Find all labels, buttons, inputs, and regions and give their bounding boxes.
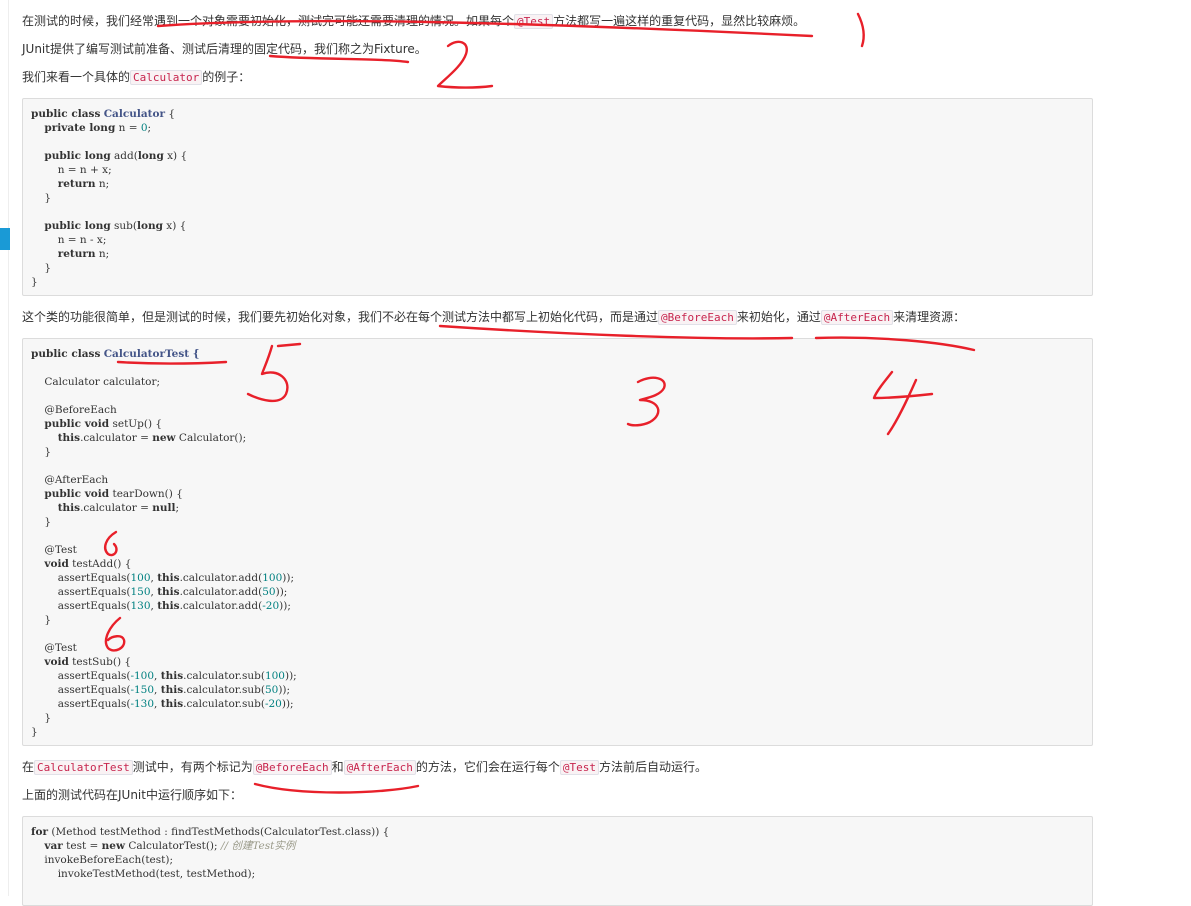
inline-code-calculator: Calculator <box>130 70 203 85</box>
digit-2 <box>436 40 494 89</box>
digit-1 <box>856 12 865 48</box>
inline-code-beforeeach-2: @BeforeEach <box>252 760 332 775</box>
paragraph-fixture: JUnit提供了编写测试前准备、测试后清理的固定代码，我们称之为Fixture。 <box>22 42 427 56</box>
annotation-label-1: 1 <box>858 29 859 31</box>
underline-3 <box>438 324 794 340</box>
inline-code-calculatortest: CalculatorTest <box>34 760 133 775</box>
inline-code-test: @Test <box>514 14 554 29</box>
page-left-rule <box>8 0 9 896</box>
paragraph-intro: 在测试的时候，我们经常遇到一个对象需要初始化，测试完可能还需要清理的情况。如果每… <box>22 14 806 29</box>
paragraph-before-after: 这个类的功能很简单，但是测试的时候，我们要先初始化对象，我们不必在每个测试方法中… <box>22 310 966 325</box>
inline-code-test-2: @Test <box>559 760 599 775</box>
paragraph-run-explain: 在 CalculatorTest 测试中，有两个标记为 @BeforeEach 和 @Af… <box>22 760 708 775</box>
code-block-calculator-test[interactable]: public class CalculatorTest { Calculator… <box>22 338 1093 746</box>
code-block-calculator[interactable]: public class Calculator { private long n… <box>22 98 1093 296</box>
annotation-label-2: 2 <box>460 69 461 71</box>
code-block-run-order[interactable]: for (Method testMethod : findTestMethods… <box>22 816 1093 906</box>
paragraph-example: 我们来看一个具体的 Calculator 的例子： <box>22 70 251 85</box>
scroll-position-tab[interactable] <box>0 228 10 250</box>
inline-code-aftereach: @AfterEach <box>820 310 894 325</box>
paragraph-run-order: 上面的测试代码在JUnit中运行顺序如下： <box>22 788 242 802</box>
underline-6 <box>253 782 420 794</box>
inline-code-beforeeach: @BeforeEach <box>658 310 737 325</box>
inline-code-aftereach-2: @AfterEach <box>343 760 416 775</box>
